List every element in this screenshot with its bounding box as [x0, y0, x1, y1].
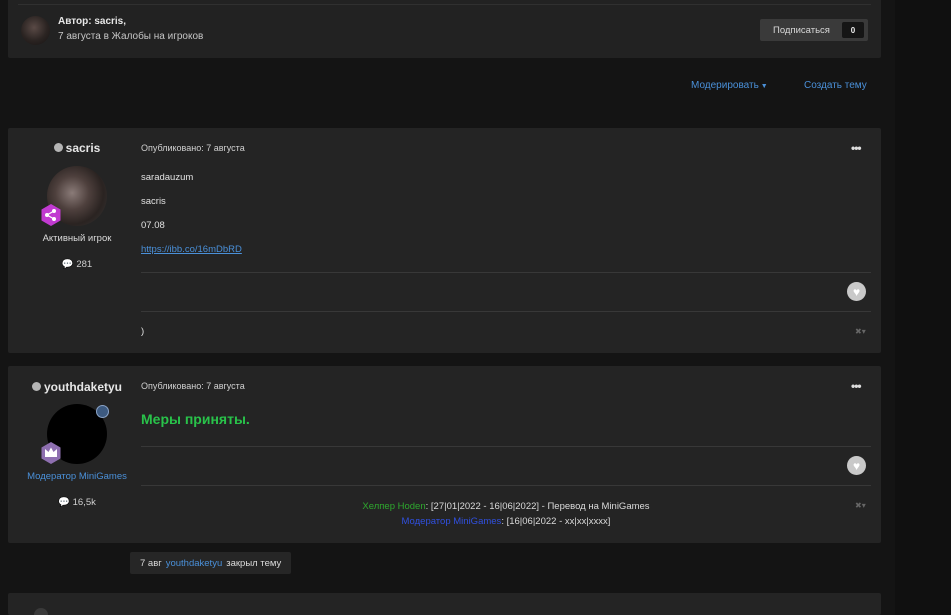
- image-link[interactable]: https://ibb.co/16mDbRD: [141, 244, 242, 255]
- divider: [141, 311, 871, 312]
- divider: [141, 446, 871, 447]
- topic-in-word: в: [103, 31, 109, 42]
- event-user-link[interactable]: youthdaketyu: [166, 558, 223, 569]
- right-gutter: [895, 0, 951, 615]
- shield-icon: [96, 405, 109, 418]
- topic-meta: 7 августа в Жалобы на игроков: [58, 31, 203, 42]
- post: youthdaketyu Модератор MiniGames 💬 16,5k…: [8, 366, 881, 543]
- subscribe-button[interactable]: Подписаться 0: [760, 19, 868, 41]
- post: [8, 593, 881, 615]
- topic-event: 7 авг youthdaketyu закрыл тему: [130, 552, 292, 574]
- topic-date: 7 августа: [58, 31, 101, 42]
- ellipsis-icon[interactable]: •••: [851, 141, 862, 155]
- posts-count-value: 16,5k: [72, 497, 96, 508]
- event-date: 7 авг: [140, 557, 162, 569]
- post-line: saradauzum: [141, 172, 194, 183]
- divider: [141, 272, 871, 273]
- helper-period: : [27|01|2022 - 16|06|2022] - Перевод на…: [425, 501, 650, 512]
- ellipsis-icon[interactable]: •••: [851, 379, 862, 393]
- post-line: 07.08: [141, 220, 165, 231]
- post-date[interactable]: Опубликовано: 7 августа: [141, 381, 245, 391]
- signature-line: Модератор MiniGames: [16|06|2022 - xx|xx…: [141, 516, 871, 527]
- helper-role: Хелпер Hoden: [362, 501, 426, 512]
- moderator-role: Модератор MiniGames: [401, 516, 502, 527]
- member-group: Модератор MiniGames: [27, 471, 127, 482]
- crown-badge-icon: [41, 442, 61, 464]
- posts-count[interactable]: 💬 281: [8, 259, 146, 270]
- subscribe-label: Подписаться: [773, 24, 830, 36]
- post-title: Меры приняты.: [141, 411, 250, 427]
- post-author-name[interactable]: sacris: [66, 141, 101, 155]
- post: sacris Активный игрок 💬 281 Опубликовано…: [8, 128, 881, 353]
- post-author-name[interactable]: youthdaketyu: [44, 380, 122, 394]
- create-topic-link[interactable]: Создать тему: [804, 80, 867, 91]
- comment-icon: 💬: [58, 497, 70, 508]
- heart-icon[interactable]: ♥: [847, 282, 866, 301]
- subscribe-count: 0: [842, 22, 864, 38]
- moderator-period: : [16|06|2022 - xx|xx|xxxx]: [501, 516, 611, 527]
- signature-toggle-icon[interactable]: ✖▾: [855, 327, 866, 336]
- post-author[interactable]: sacris: [8, 141, 146, 155]
- post-line: sacris: [141, 196, 166, 207]
- member-group: Активный игрок: [42, 233, 112, 244]
- moderate-label: Модерировать: [691, 80, 759, 91]
- moderate-menu[interactable]: Модерировать ▼: [691, 80, 768, 91]
- posts-count[interactable]: 💬 16,5k: [8, 497, 146, 508]
- share-badge-icon: [41, 204, 61, 226]
- avatar[interactable]: [34, 608, 48, 615]
- post-author[interactable]: youthdaketyu: [8, 380, 146, 394]
- heart-icon[interactable]: ♥: [847, 456, 866, 475]
- comment-icon: 💬: [61, 259, 74, 270]
- topic-header: Автор: sacris, 7 августа в Жалобы на игр…: [8, 0, 881, 58]
- divider: [18, 4, 871, 5]
- caret-down-icon: ▼: [760, 83, 768, 90]
- posts-count-value: 281: [76, 259, 93, 270]
- post-link-wrap: https://ibb.co/16mDbRD: [141, 244, 242, 255]
- divider: [141, 485, 871, 486]
- signature: ): [141, 326, 145, 337]
- offline-status-icon: [53, 143, 63, 152]
- offline-status-icon: [31, 382, 41, 391]
- topic-forum-link[interactable]: Жалобы на игроков: [112, 31, 204, 42]
- event-action: закрыл тему: [226, 557, 282, 569]
- topic-author-avatar[interactable]: [21, 16, 50, 45]
- signature-line: Хелпер Hoden: [27|01|2022 - 16|06|2022] …: [141, 501, 871, 512]
- post-date[interactable]: Опубликовано: 7 августа: [141, 143, 245, 153]
- topic-author[interactable]: Автор: sacris,: [58, 16, 126, 27]
